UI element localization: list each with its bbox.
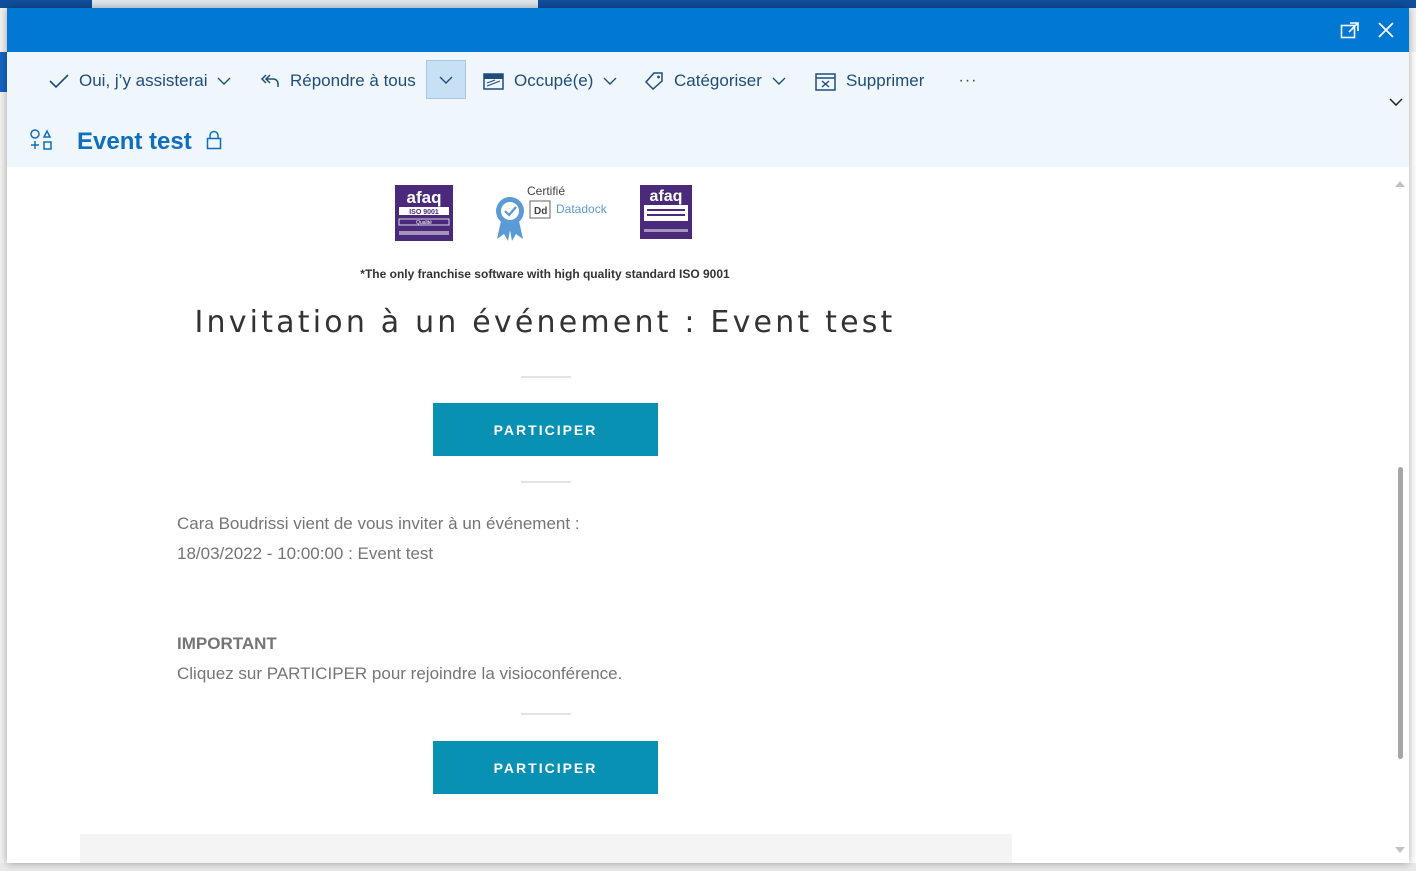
event-datetime-text: 18/03/2022 - 10:00:00 : Event test (177, 544, 434, 563)
svg-text:ISO 9001: ISO 9001 (409, 209, 439, 216)
svg-text:Dd: Dd (534, 206, 547, 217)
subject-row: Event test (29, 124, 222, 160)
delete-label: Supprimer (846, 71, 925, 90)
command-ribbon: Oui, j’y assisterai Répondre à tous Occu… (7, 52, 1409, 167)
reply-all-dropdown[interactable] (426, 60, 466, 99)
participate-button[interactable]: PARTICIPER (433, 403, 658, 456)
svg-text:afaq: afaq (650, 188, 683, 205)
chevron-down-icon (772, 77, 786, 85)
content-scrollbar[interactable] (1391, 167, 1409, 863)
page-title: Event test (77, 128, 192, 155)
svg-text:Qualité: Qualité (416, 220, 432, 226)
tagline: *The only franchise software with high q… (360, 267, 730, 281)
accept-label: Oui, j’y assisterai (79, 71, 208, 90)
ribbon-expand-chevron-icon[interactable] (1386, 92, 1406, 112)
datadock-logo: Certifié Dd Datadock (496, 184, 608, 241)
reply-all-label: Répondre à tous (290, 71, 416, 90)
checkmark-icon (49, 73, 69, 89)
email-footer (80, 834, 1012, 863)
important-label: IMPORTANT (177, 634, 277, 653)
categorize-label: Catégoriser (674, 71, 762, 90)
busy-status-button[interactable]: Occupé(e) (483, 63, 617, 99)
reply-all-button[interactable]: Répondre à tous (260, 63, 416, 99)
more-options-button[interactable]: ··· (957, 63, 979, 99)
background-search-box (92, 0, 538, 8)
afaq-iso-logo: afaq ISO 9001 Qualité (395, 185, 453, 241)
participate-button-bottom[interactable]: PARTICIPER (433, 741, 658, 794)
scroll-up-arrow-icon[interactable] (1395, 179, 1405, 189)
email-body: afaq ISO 9001 Qualité Certifié Dd Datado… (7, 167, 1391, 863)
scroll-thumb[interactable] (1398, 467, 1403, 759)
chevron-down-icon (603, 77, 617, 85)
svg-text:Certifié: Certifié (527, 184, 565, 198)
background-left-strip (0, 52, 7, 92)
busy-label: Occupé(e) (514, 71, 594, 90)
more-label: ··· (958, 72, 978, 89)
invitation-heading: Invitation à un événement : Event test (194, 305, 896, 340)
accept-button[interactable]: Oui, j’y assisterai (49, 63, 231, 99)
calendar-delete-icon (815, 72, 836, 91)
divider (521, 376, 571, 378)
important-text: Cliquez sur PARTICIPER pour rejoindre la… (177, 664, 623, 683)
chevron-down-icon (217, 77, 231, 85)
tag-icon (644, 72, 664, 90)
delete-button[interactable]: Supprimer (815, 63, 924, 99)
reply-all-icon (260, 72, 280, 90)
event-shapes-icon (29, 128, 55, 157)
background-right-panel (1409, 52, 1416, 871)
popout-icon[interactable] (1336, 16, 1364, 44)
lock-icon (206, 130, 222, 155)
close-icon[interactable] (1372, 16, 1400, 44)
categorize-button[interactable]: Catégoriser (644, 63, 786, 99)
afaq-formation-logo: afaq (640, 185, 692, 239)
invite-text: Cara Boudrissi vient de vous inviter à u… (177, 514, 580, 533)
background-bottom-bar (0, 863, 1416, 871)
divider (521, 481, 571, 483)
window-title-bar (7, 8, 1409, 52)
svg-text:afaq: afaq (407, 188, 442, 207)
event-popup-window: Oui, j’y assisterai Répondre à tous Occu… (7, 8, 1409, 863)
svg-text:Datadock: Datadock (556, 202, 608, 216)
calendar-busy-icon (483, 72, 504, 90)
scroll-down-arrow-icon[interactable] (1395, 845, 1405, 855)
certification-logos: afaq ISO 9001 Qualité Certifié Dd Datado… (393, 183, 693, 253)
chevron-down-icon (439, 71, 453, 89)
divider (521, 713, 571, 715)
